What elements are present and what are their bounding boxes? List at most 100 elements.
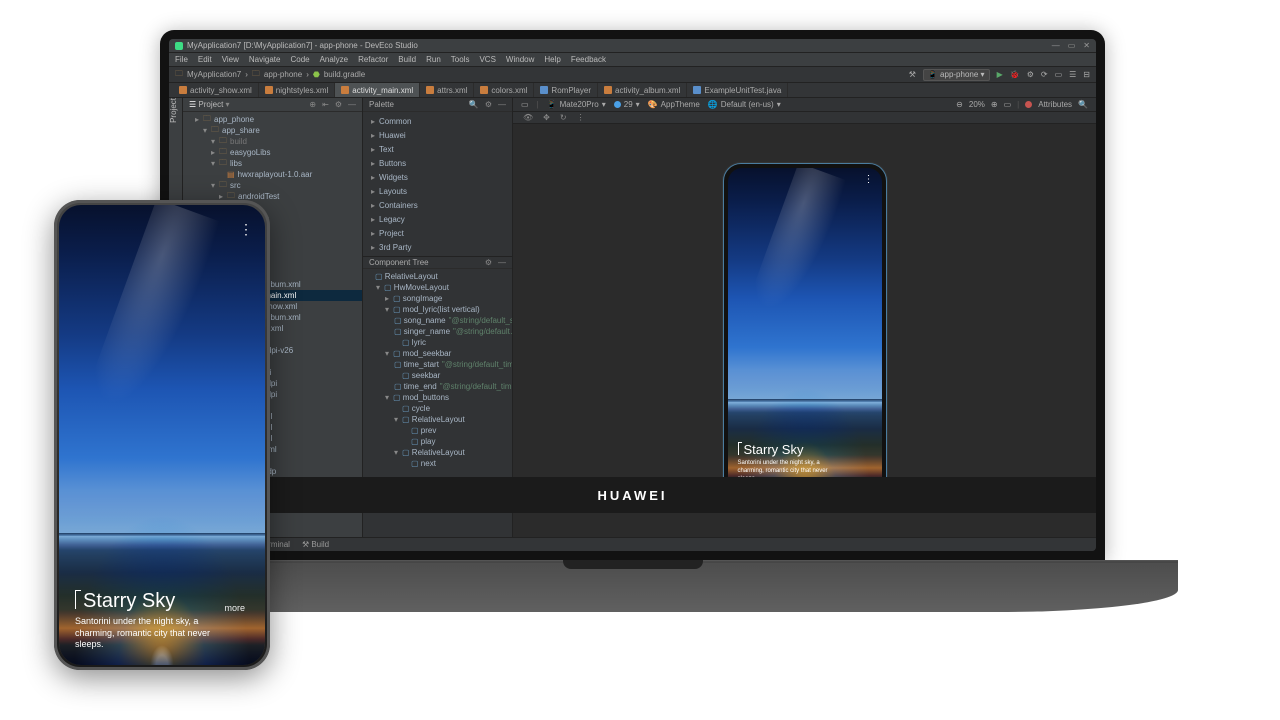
structure-icon[interactable]: ⊟ <box>1083 70 1090 79</box>
palette-list[interactable]: ▸Common▸Huawei▸Text▸Buttons▸Widgets▸Layo… <box>363 112 512 256</box>
menu-analyze[interactable]: Analyze <box>320 55 348 64</box>
component-tree-row[interactable]: ▸▢ songImage <box>363 293 512 304</box>
menu-vcs[interactable]: VCS <box>479 55 495 64</box>
tree-row[interactable]: ▸🗀app_phone <box>183 114 362 125</box>
editor-tab[interactable]: ExampleUnitTest.java <box>687 83 788 97</box>
component-tree-row[interactable]: ▾▢ RelativeLayout <box>363 447 512 458</box>
pan-icon[interactable]: ✥ <box>543 113 550 122</box>
component-tree-row[interactable]: ▢ time_end"@string/default_time" <box>363 381 512 392</box>
menu-window[interactable]: Window <box>506 55 534 64</box>
tree-row[interactable]: ▾🗀src <box>183 180 362 191</box>
menu-file[interactable]: File <box>175 55 188 64</box>
palette-category[interactable]: ▸3rd Party <box>363 240 512 254</box>
menu-tools[interactable]: Tools <box>451 55 470 64</box>
apply-icon[interactable]: ⚙ <box>1027 70 1034 79</box>
component-tree-row[interactable]: ▢ seekbar <box>363 370 512 381</box>
avd-icon[interactable]: ▭ <box>1055 70 1063 79</box>
overflow-menu-icon[interactable]: ⋮ <box>864 174 874 185</box>
component-tree-row[interactable]: ▢ RelativeLayout <box>363 271 512 282</box>
menu-help[interactable]: Help <box>544 55 560 64</box>
component-tree-row[interactable]: ▢ prev <box>363 425 512 436</box>
component-tree-row[interactable]: ▾▢ mod_lyric(list vertical) <box>363 304 512 315</box>
more-icon[interactable]: ⋮ <box>577 113 585 122</box>
device-selector[interactable]: 📱 Mate20Pro ▾ <box>547 100 606 109</box>
menu-code[interactable]: Code <box>290 55 309 64</box>
target-icon[interactable]: ⊕ <box>309 100 316 109</box>
component-tree-row[interactable]: ▾▢ RelativeLayout <box>363 414 512 425</box>
settings-icon[interactable]: ⚙ <box>335 100 342 109</box>
gear-icon[interactable]: ⚙ <box>485 258 492 267</box>
zoom-in-icon[interactable]: ⊕ <box>991 100 998 109</box>
component-tree-row[interactable]: ▢ song_name"@string/default_s… <box>363 315 512 326</box>
editor-tab[interactable]: activity_album.xml <box>598 83 687 97</box>
editor-tab[interactable]: activity_show.xml <box>173 83 259 97</box>
editor-tab[interactable]: nightstyles.xml <box>259 83 335 97</box>
search-icon[interactable]: 🔍 <box>1078 100 1088 109</box>
build-tab[interactable]: ⚒ Build <box>302 540 329 549</box>
menu-build[interactable]: Build <box>398 55 416 64</box>
menu-view[interactable]: View <box>222 55 239 64</box>
component-tree-row[interactable]: ▢ cycle <box>363 403 512 414</box>
api-selector[interactable]: 29 ▾ <box>614 100 640 109</box>
overflow-menu-icon[interactable]: ⋮ <box>239 221 253 238</box>
issues-icon[interactable] <box>1025 101 1032 108</box>
hide-icon[interactable]: — <box>348 100 356 109</box>
rotate-icon[interactable]: ↻ <box>560 113 567 122</box>
palette-category[interactable]: ▸Layouts <box>363 184 512 198</box>
component-tree-row[interactable]: ▢ singer_name"@string/default… <box>363 326 512 337</box>
component-tree-row[interactable]: ▢ next <box>363 458 512 469</box>
component-tree-row[interactable]: ▢ time_start"@string/default_time" <box>363 359 512 370</box>
tree-row[interactable]: ▾🗀libs <box>183 158 362 169</box>
locale-selector[interactable]: 🌐 Default (en-us) ▾ <box>708 100 781 109</box>
tree-row[interactable]: ▾🗀build <box>183 136 362 147</box>
breadcrumb-module[interactable]: app-phone <box>264 70 302 79</box>
palette-category[interactable]: ▸Project <box>363 226 512 240</box>
palette-category[interactable]: ▸Buttons <box>363 156 512 170</box>
attributes-label[interactable]: Attributes <box>1038 100 1072 109</box>
tree-row[interactable]: ▸🗀easygoLibs <box>183 147 362 158</box>
zoom-fit-icon[interactable]: ▭ <box>1004 100 1012 109</box>
breadcrumb-root[interactable]: MyApplication7 <box>187 70 241 79</box>
sync-icon[interactable]: ⟳ <box>1041 70 1048 79</box>
menu-feedback[interactable]: Feedback <box>571 55 606 64</box>
component-tree-row[interactable]: ▾▢ mod_seekbar <box>363 348 512 359</box>
theme-selector[interactable]: 🎨 AppTheme <box>648 100 700 109</box>
component-tree-row[interactable]: ▾▢ HwMoveLayout <box>363 282 512 293</box>
project-mode-label[interactable]: Project <box>198 100 223 109</box>
palette-category[interactable]: ▸Text <box>363 142 512 156</box>
build-hammer-icon[interactable]: ⚒ <box>909 70 916 79</box>
minimize-icon[interactable]: — <box>1052 41 1060 50</box>
editor-tab[interactable]: colors.xml <box>474 83 534 97</box>
run-icon[interactable]: ▶ <box>997 70 1003 79</box>
breadcrumb-file[interactable]: build.gradle <box>324 70 365 79</box>
tree-row[interactable]: ▾🗀app_share <box>183 125 362 136</box>
palette-category[interactable]: ▸Common <box>363 114 512 128</box>
hide-icon[interactable]: — <box>498 258 506 267</box>
component-tree-row[interactable]: ▾▢ mod_buttons <box>363 392 512 403</box>
editor-tab[interactable]: activity_main.xml <box>335 83 420 97</box>
component-tree-row[interactable]: ▢ play <box>363 436 512 447</box>
tree-row[interactable]: ▤hwxraplayout-1.0.aar <box>183 169 362 180</box>
menu-edit[interactable]: Edit <box>198 55 212 64</box>
close-icon[interactable]: ✕ <box>1083 41 1090 50</box>
select-icon[interactable]: 👁 <box>523 113 533 122</box>
debug-icon[interactable]: 🐞 <box>1010 70 1020 79</box>
menu-navigate[interactable]: Navigate <box>249 55 281 64</box>
editor-tab[interactable]: RomPlayer <box>534 83 598 97</box>
hide-icon[interactable]: — <box>498 100 506 109</box>
search-icon[interactable]: 🔍 <box>469 100 479 109</box>
menu-refactor[interactable]: Refactor <box>358 55 388 64</box>
collapse-icon[interactable]: ⇤ <box>322 100 329 109</box>
design-canvas[interactable]: ⋮ Starry Sky Santorini under the night s… <box>513 124 1096 537</box>
palette-category[interactable]: ▸Widgets <box>363 170 512 184</box>
editor-tab[interactable]: attrs.xml <box>420 83 474 97</box>
zoom-out-icon[interactable]: ⊖ <box>956 100 963 109</box>
component-tree-row[interactable]: ▢ lyric <box>363 337 512 348</box>
gear-icon[interactable]: ⚙ <box>485 100 492 109</box>
menu-run[interactable]: Run <box>426 55 441 64</box>
palette-category[interactable]: ▸Huawei <box>363 128 512 142</box>
palette-category[interactable]: ▸Containers <box>363 198 512 212</box>
maximize-icon[interactable]: ▭ <box>1068 41 1076 50</box>
run-config-selector[interactable]: 📱 app-phone ▾ <box>923 69 990 81</box>
sdk-icon[interactable]: ☰ <box>1069 70 1076 79</box>
